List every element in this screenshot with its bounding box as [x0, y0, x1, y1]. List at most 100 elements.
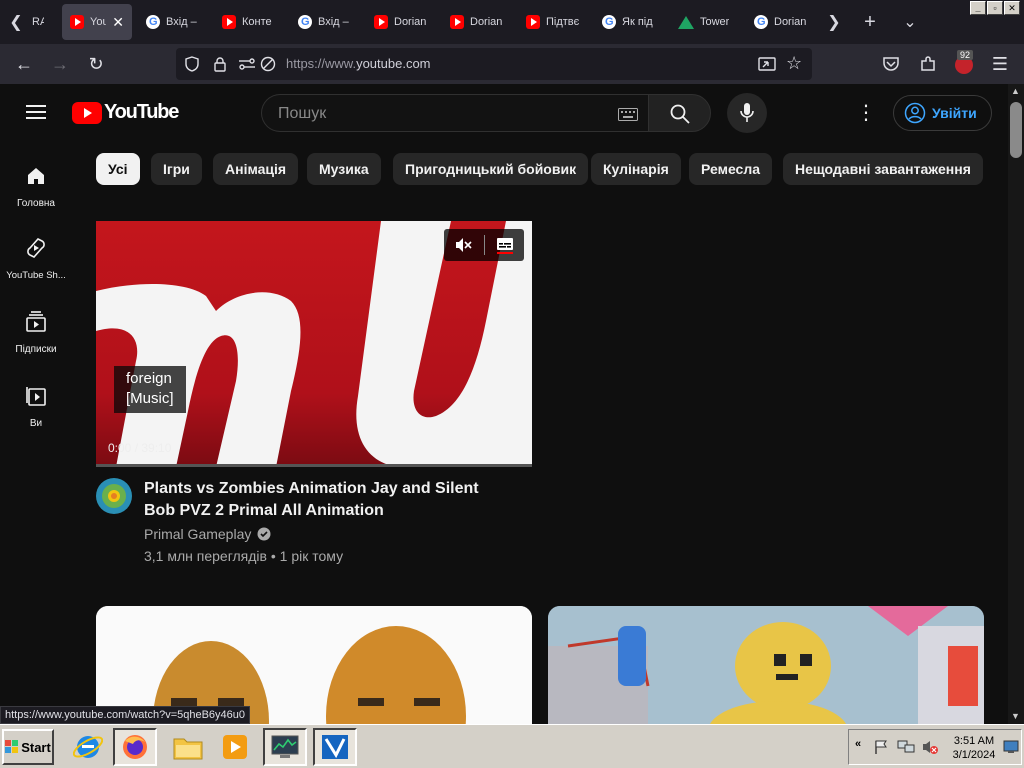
list-all-tabs-icon[interactable]: ⌄ [896, 8, 924, 36]
chip-action-adventure[interactable]: Пригодницький бойовик [393, 153, 589, 185]
chip-crafts[interactable]: Ремесла [689, 153, 773, 185]
tab-7[interactable]: Підтвє [518, 4, 588, 40]
minimize-window-icon[interactable]: _ [970, 1, 986, 15]
bookmark-star-icon[interactable]: ☆ [786, 53, 802, 74]
voice-search-button[interactable] [727, 93, 767, 133]
video-title[interactable]: Plants vs Zombies Animation Jay and Sile… [144, 478, 504, 522]
show-hidden-icons-icon[interactable]: « [855, 738, 861, 750]
tab-label: Вхід – [318, 16, 349, 28]
network-icon[interactable] [897, 739, 915, 755]
picture-in-picture-icon[interactable] [758, 56, 776, 72]
chip-all[interactable]: Усі [96, 153, 140, 185]
taskbar-internet-explorer[interactable] [66, 728, 110, 766]
tabs-scroll-right-icon[interactable]: ❯ [820, 8, 848, 36]
tab-label: Конте [242, 16, 272, 28]
tab-6[interactable]: Dorian [442, 4, 512, 40]
sidebar-item-you[interactable]: Ви [0, 384, 72, 429]
lock-icon[interactable] [212, 56, 228, 72]
start-label: Start [21, 739, 51, 755]
close-window-icon[interactable]: ✕ [1004, 1, 1020, 15]
scroll-down-icon[interactable]: ▼ [1011, 711, 1020, 721]
page-scrollbar[interactable] [1008, 84, 1024, 724]
taskbar-firefox[interactable] [113, 728, 157, 766]
sidebar-item-label: Головна [17, 198, 55, 209]
tab-label: Dorian [774, 16, 807, 28]
separator-dot: • [270, 548, 280, 564]
extension-badge-count: 92 [957, 50, 974, 60]
tab-5[interactable]: Dorian [366, 4, 436, 40]
scroll-up-icon[interactable]: ▲ [1011, 86, 1020, 96]
chip-games[interactable]: Ігри [151, 153, 202, 185]
view-count: 3,1 млн переглядів [144, 548, 267, 564]
start-button[interactable]: Start [2, 729, 54, 765]
search-icon [670, 104, 690, 124]
tracking-protection-shield-icon[interactable] [184, 56, 200, 72]
chip-label: Нещодавні завантаження [795, 161, 971, 177]
volume-muted-icon[interactable] [921, 739, 939, 755]
chip-label: Кулінарія [603, 161, 669, 177]
tab-label: Підтвє [546, 16, 580, 28]
autoplay-blocked-icon[interactable] [260, 56, 276, 72]
chip-animation[interactable]: Анімація [213, 153, 299, 185]
clock[interactable]: 3:51 AM 3/1/2024 [949, 734, 999, 762]
subtitles-icon[interactable] [496, 237, 514, 255]
youtube-logo[interactable]: YouTube [72, 101, 179, 124]
sidebar-item-home[interactable]: Головна [0, 164, 72, 209]
taskbar-video-editor[interactable] [313, 728, 357, 766]
sidebar-item-label: Ви [29, 418, 43, 429]
video-thumbnail-yellow-figure[interactable] [548, 606, 984, 724]
sidebar-item-shorts[interactable]: YouTube Sh... [0, 236, 72, 281]
extensions-puzzle-icon[interactable] [919, 55, 937, 73]
url-text[interactable]: https://www.youtube.com [286, 56, 431, 71]
forward-icon[interactable]: → [48, 52, 72, 76]
action-center-flag-icon[interactable] [873, 739, 889, 755]
sidebar-item-subscriptions[interactable]: Підписки [0, 310, 72, 355]
scrollbar-thumb[interactable] [1010, 102, 1022, 158]
pocket-icon[interactable] [882, 56, 900, 72]
google-favicon-icon [298, 15, 312, 29]
youtube-favicon-icon [450, 15, 464, 29]
windows-logo-icon [5, 740, 19, 753]
chip-recently-uploaded[interactable]: Нещодавні завантаження [783, 153, 983, 185]
tab-8[interactable]: Як під [594, 4, 664, 40]
folder-icon [173, 738, 203, 760]
youtube-logo-icon [72, 101, 102, 124]
reload-icon[interactable]: ↻ [84, 52, 108, 76]
internet-explorer-icon [73, 736, 103, 758]
muted-volume-icon[interactable] [454, 236, 472, 254]
show-desktop-icon[interactable] [1003, 739, 1019, 755]
taskbar-media-player[interactable] [213, 728, 257, 766]
app-menu-icon[interactable]: ☰ [988, 52, 1012, 76]
sign-in-button[interactable]: Увійти [893, 95, 992, 131]
youtube-favicon-icon [222, 15, 236, 29]
tab-10[interactable]: Dorian [746, 4, 816, 40]
url-bar[interactable]: https://www.youtube.com ☆ [176, 48, 812, 80]
channel-name-row[interactable]: Primal Gameplay [144, 526, 271, 542]
channel-avatar[interactable] [96, 478, 132, 514]
taskbar-file-explorer[interactable] [166, 728, 210, 766]
close-tab-icon[interactable]: ✕ [112, 14, 124, 31]
featured-video-player[interactable]: foreign [Music] 0:00 / 39:10 [96, 221, 532, 467]
tab-2[interactable]: Вхід – [138, 4, 208, 40]
you-icon [26, 387, 46, 406]
tab-0[interactable]: RA [24, 4, 52, 40]
tab-youtube-active[interactable]: YouTube ✕ [62, 4, 132, 40]
google-favicon-icon [146, 15, 160, 29]
new-tab-icon[interactable]: + [856, 8, 884, 36]
guide-menu-icon[interactable] [24, 102, 48, 122]
permissions-icon[interactable] [238, 56, 256, 72]
back-icon[interactable]: ← [12, 52, 36, 76]
chip-music[interactable]: Музика [307, 153, 381, 185]
keyboard-icon[interactable] [618, 108, 638, 121]
tab-4[interactable]: Вхід – [290, 4, 360, 40]
chip-cooking[interactable]: Кулінарія [591, 153, 681, 185]
google-favicon-icon [754, 15, 768, 29]
maximize-window-icon[interactable]: ▫ [987, 1, 1003, 15]
search-button[interactable] [648, 94, 711, 132]
search-input[interactable]: Пошук [261, 94, 648, 132]
more-settings-icon[interactable]: ⋮ [856, 102, 876, 124]
google-favicon-icon [602, 15, 616, 29]
taskbar-task-manager[interactable] [263, 728, 307, 766]
tab-3[interactable]: Конте [214, 4, 284, 40]
tab-9[interactable]: Tower [670, 4, 742, 40]
